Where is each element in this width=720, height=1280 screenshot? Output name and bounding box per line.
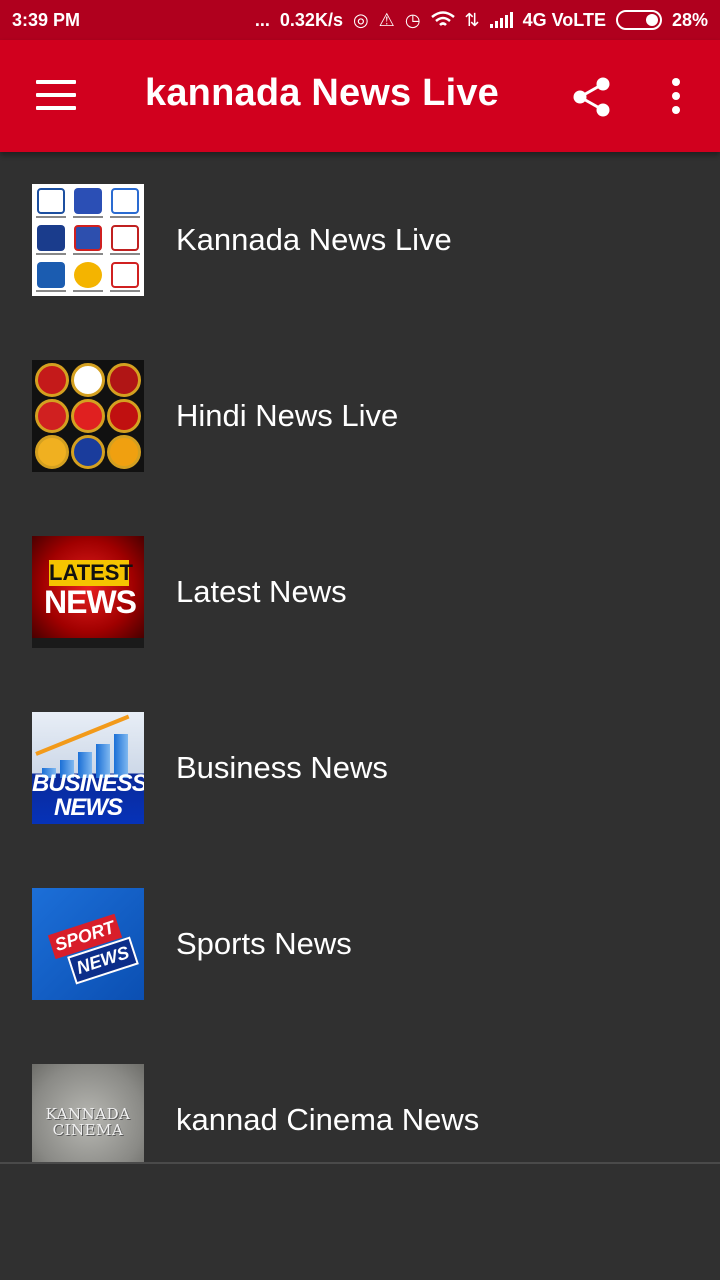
thumb-latest-text: LATEST [49, 560, 133, 586]
thumb-cinema-text: CINEMA [52, 1121, 124, 1139]
kannada-channels-thumbnail [32, 184, 144, 296]
list-item-sports-news[interactable]: SPORT NEWS Sports News [0, 856, 720, 1032]
menu-icon[interactable] [36, 80, 76, 110]
app-title: kannada News Live [145, 72, 499, 114]
alarm-icon: ◷ [404, 9, 421, 30]
thumb-business-text: BUSINESS [32, 770, 144, 797]
app-bar: kannada News Live [0, 40, 720, 152]
status-dots: ... [254, 9, 270, 30]
list-item-hindi-news-live[interactable]: Hindi News Live [0, 328, 720, 504]
list-item-kannada-news-live[interactable]: Kannada News Live [0, 152, 720, 328]
status-bar: 3:39 PM ... 0.32K/s ◎ ⚠ ◷ ⇅ 4G VoLTE 28% [0, 0, 720, 40]
hindi-channels-thumbnail [32, 360, 144, 472]
list-item-business-news[interactable]: BUSINESS NEWS Business News [0, 680, 720, 856]
battery-icon [615, 10, 662, 30]
share-icon[interactable] [572, 76, 612, 118]
item-label: Latest News [176, 574, 347, 609]
thumb-news-text: NEWS [44, 584, 137, 620]
wifi-icon [430, 11, 455, 26]
sports-news-thumbnail: SPORT NEWS [32, 888, 144, 1000]
thumb-kannada-text: KANNADA [45, 1105, 131, 1123]
battery-percent: 28% [671, 9, 708, 30]
network-type: 4G VoLTE [522, 9, 606, 30]
item-label: Sports News [176, 926, 352, 961]
item-label: Kannada News Live [176, 222, 452, 257]
signal-icon [489, 12, 513, 28]
news-category-list: Kannada News Live Hindi News Live LATEST… [0, 152, 720, 1162]
status-icons: ... 0.32K/s ◎ ⚠ ◷ ⇅ 4G VoLTE 28% [255, 10, 708, 31]
list-item-latest-news[interactable]: LATEST NEWS Latest News [0, 504, 720, 680]
list-bottom-divider [0, 1162, 720, 1164]
thumb-news-text: NEWS [54, 794, 123, 821]
business-news-thumbnail: BUSINESS NEWS [32, 712, 144, 824]
data-arrows-icon: ⇅ [464, 9, 480, 30]
list-item-kannada-cinema-news[interactable]: KANNADA CINEMA kannad Cinema News [0, 1032, 720, 1162]
hotspot-icon: ◎ [352, 9, 369, 30]
status-time: 3:39 PM [12, 9, 81, 30]
more-vert-icon[interactable] [666, 78, 686, 114]
item-label: kannad Cinema News [176, 1102, 480, 1137]
item-label: Hindi News Live [176, 398, 399, 433]
latest-news-thumbnail: LATEST NEWS [32, 536, 144, 648]
alarm-off-icon: ⚠ [378, 9, 395, 30]
kannada-cinema-thumbnail: KANNADA CINEMA [32, 1064, 144, 1162]
network-speed: 0.32K/s [279, 9, 343, 30]
item-label: Business News [176, 750, 388, 785]
